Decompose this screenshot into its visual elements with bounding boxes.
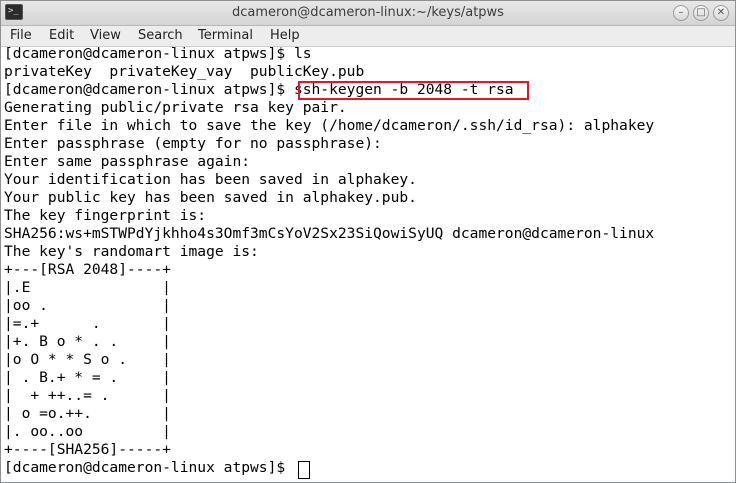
menu-view[interactable]: View xyxy=(90,26,121,46)
menu-search[interactable]: Search xyxy=(138,26,183,46)
randomart-line: +---[RSA 2048]----+ xyxy=(4,261,171,278)
terminal-line: Enter passphrase (empty for no passphras… xyxy=(4,135,382,152)
menu-terminal[interactable]: Terminal xyxy=(198,26,253,46)
minimize-icon[interactable]: – xyxy=(673,5,689,21)
highlighted-command-box xyxy=(298,81,529,100)
randomart-line: |o O * * S o . | xyxy=(4,351,171,368)
maximize-icon[interactable]: □ xyxy=(693,5,709,21)
terminal-line: Your identification has been saved in al… xyxy=(4,171,417,188)
terminal-line: [dcameron@dcameron-linux atpws]$ ls xyxy=(4,45,312,62)
text-cursor[interactable] xyxy=(298,461,310,479)
fingerprint-line: SHA256:ws+mSTWPdYjkhho4s3Omf3mCsYoV2Sx23… xyxy=(4,225,655,242)
randomart-line: |+. B o * . . | xyxy=(4,333,171,350)
terminal-line: Generating public/private rsa key pair. xyxy=(4,99,347,116)
randomart-line: | o =o.++. | xyxy=(4,405,171,422)
terminal-line: Your public key has been saved in alphak… xyxy=(4,189,417,206)
randomart-line: |oo . | xyxy=(4,297,171,314)
terminal-line: Enter same passphrase again: xyxy=(4,153,251,170)
randomart-line: |. oo..oo | xyxy=(4,423,171,440)
menu-edit[interactable]: Edit xyxy=(49,26,74,46)
randomart-line: | + ++..= . | xyxy=(4,387,171,404)
terminal-line: The key fingerprint is: xyxy=(4,207,207,224)
terminal-window: >_ dcameron@dcameron-linux:~/keys/atpws … xyxy=(0,0,736,483)
prompt-line: [dcameron@dcameron-linux atpws]$ xyxy=(4,459,294,476)
window-title: dcameron@dcameron-linux:~/keys/atpws xyxy=(232,5,504,20)
close-icon[interactable]: ✕ xyxy=(713,5,729,21)
menu-help[interactable]: Help xyxy=(270,26,300,46)
terminal-line: The key's randomart image is: xyxy=(4,243,259,260)
terminal-output[interactable]: [dcameron@dcameron-linux atpws]$ ls priv… xyxy=(1,45,735,482)
title-bar[interactable]: >_ dcameron@dcameron-linux:~/keys/atpws … xyxy=(1,1,735,26)
terminal-line: privateKey privateKey_vay publicKey.pub xyxy=(4,63,365,80)
terminal-line: Enter file in which to save the key (/ho… xyxy=(4,117,655,134)
menu-file[interactable]: File xyxy=(10,26,32,46)
randomart-line: |=.+ . | xyxy=(4,315,171,332)
randomart-line: |.E | xyxy=(4,279,171,296)
randomart-line: +----[SHA256]-----+ xyxy=(4,441,171,458)
randomart-line: | . B.+ * = . | xyxy=(4,369,171,386)
menu-bar: File Edit View Search Terminal Help xyxy=(1,26,735,47)
